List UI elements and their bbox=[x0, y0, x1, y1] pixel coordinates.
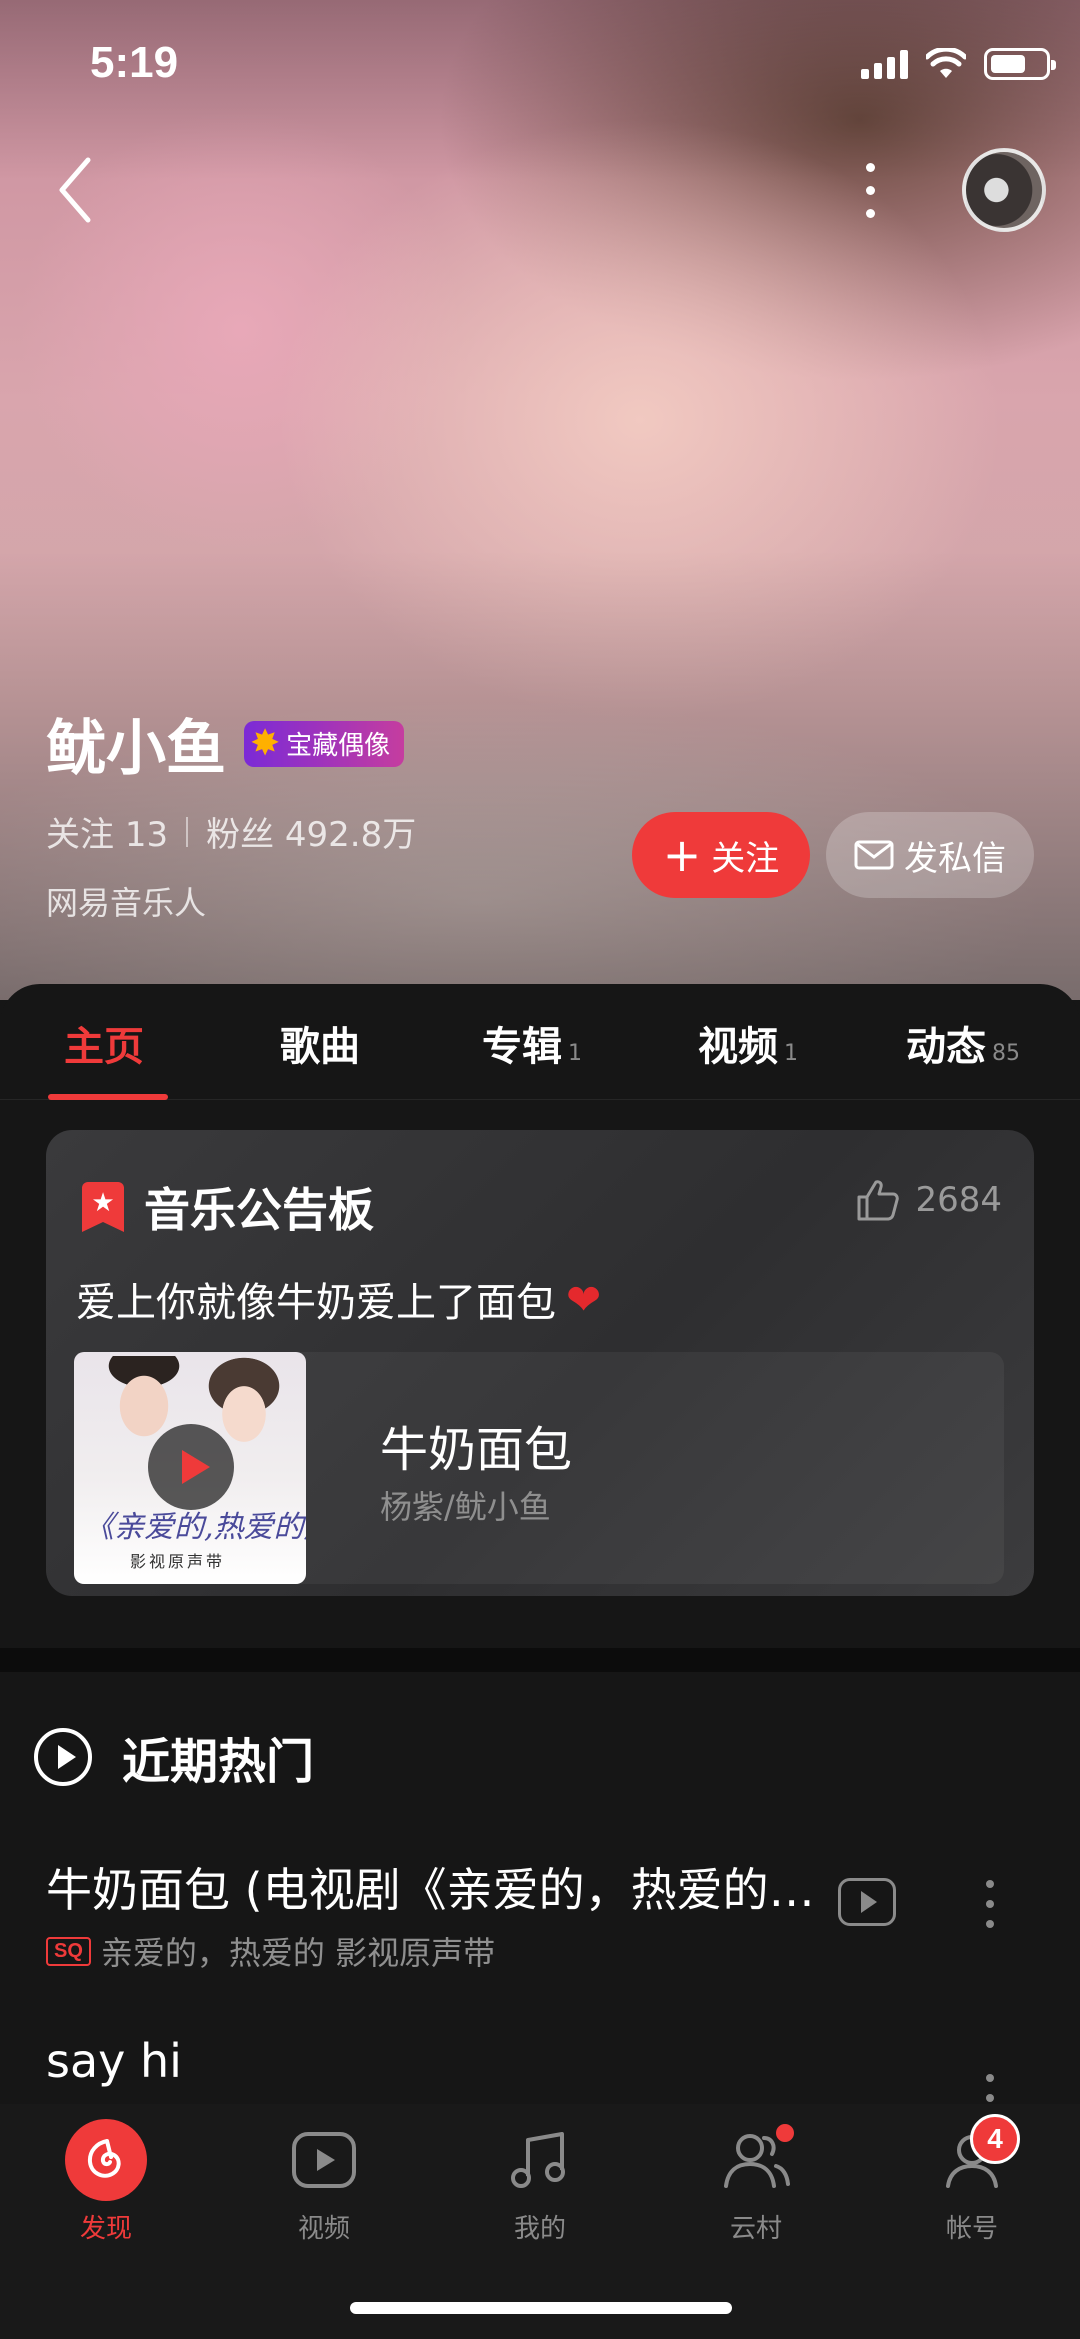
song-title: 牛奶面包 bbox=[380, 1422, 573, 1478]
status-icons bbox=[861, 48, 1056, 80]
stat-divider bbox=[186, 816, 189, 847]
bookmark-star-icon: ★ bbox=[82, 1182, 124, 1232]
tab-songs[interactable]: 歌曲 bbox=[280, 1014, 360, 1072]
badge-label: 宝藏偶像 bbox=[286, 731, 391, 761]
nav-video[interactable]: 视频 bbox=[254, 2118, 394, 2245]
mail-icon bbox=[854, 840, 894, 870]
following-stat[interactable]: 关注 13 bbox=[46, 807, 168, 856]
follow-button[interactable]: + 关注 bbox=[632, 812, 810, 898]
wifi-icon bbox=[926, 48, 966, 78]
active-tab-indicator bbox=[48, 1094, 168, 1100]
status-time: 5:19 bbox=[90, 38, 179, 87]
album-cover: 《亲爱的,热爱的》 影视原声带 bbox=[74, 1352, 306, 1584]
battery-icon bbox=[984, 48, 1056, 80]
profile-info: 鱿小鱼 ✸ 宝藏偶像 关注 13 粉丝 492.8万 网易音乐人 bbox=[46, 700, 416, 924]
song-artist: 杨紫/鱿小鱼 bbox=[380, 1488, 551, 1526]
profile-tag: 网易音乐人 bbox=[46, 884, 207, 922]
hot-section-title: 近期热门 bbox=[122, 1734, 315, 1790]
content-sheet: 主页 歌曲 专辑 1 视频 1 动态 85 ★ 音乐公告板 2684 爱上你就像牛奶爱… bbox=[0, 984, 1080, 2122]
profile-stats: 关注 13 粉丝 492.8万 bbox=[46, 807, 416, 856]
tab-bar: 主页 歌曲 专辑 1 视频 1 动态 85 bbox=[0, 984, 1080, 1100]
video-play-icon bbox=[292, 2132, 356, 2188]
track-row[interactable]: 牛奶面包 (电视剧《亲爱的，热爱的》插曲) SQ 亲爱的，热爱的 影视原声带 bbox=[46, 1854, 1046, 1974]
fans-stat[interactable]: 粉丝 492.8万 bbox=[206, 807, 416, 856]
board-message: 爱上你就像牛奶爱上了面包 ❤ bbox=[76, 1274, 602, 1327]
back-icon[interactable] bbox=[48, 150, 108, 230]
star-icon: ✸ bbox=[250, 722, 281, 764]
featured-song-card[interactable]: 《亲爱的,热爱的》 影视原声带 牛奶面包 杨紫/鱿小鱼 bbox=[74, 1352, 1004, 1584]
status-bar: 5:19 bbox=[0, 0, 1080, 130]
plus-icon: + bbox=[662, 828, 702, 882]
tab-feed[interactable]: 动态 85 bbox=[906, 1014, 1020, 1072]
nav-community[interactable]: 云村 bbox=[686, 2118, 826, 2245]
music-note-icon bbox=[511, 2132, 565, 2188]
now-playing-avatar[interactable] bbox=[962, 148, 1046, 232]
tab-albums[interactable]: 专辑 1 bbox=[482, 1014, 582, 1072]
board-title: 音乐公告板 bbox=[144, 1183, 374, 1237]
section-divider bbox=[0, 1648, 1080, 1672]
profile-name: 鱿小鱼 bbox=[46, 714, 226, 784]
heart-icon: ❤ bbox=[566, 1274, 602, 1324]
cover-subtitle: 影视原声带 bbox=[130, 1552, 226, 1571]
nav-account[interactable]: 4 帐号 bbox=[902, 2114, 1042, 2245]
netease-music-icon bbox=[65, 2119, 147, 2201]
sq-quality-badge: SQ bbox=[46, 1936, 91, 1966]
message-button[interactable]: 发私信 bbox=[826, 812, 1034, 898]
like-button[interactable]: 2684 bbox=[855, 1178, 1002, 1222]
play-icon[interactable] bbox=[148, 1424, 234, 1510]
notification-dot bbox=[772, 2120, 798, 2146]
signal-icon bbox=[861, 49, 908, 79]
track-more-icon[interactable] bbox=[980, 1880, 1000, 1928]
more-options-icon[interactable] bbox=[850, 150, 890, 230]
track-title: 牛奶面包 (电视剧《亲爱的，热爱的》插曲) bbox=[46, 1863, 826, 1917]
track-row[interactable]: say hi bbox=[46, 2034, 1046, 2122]
track-album: 亲爱的，热爱的 影视原声带 bbox=[100, 1934, 496, 1972]
nav-discover[interactable]: 发现 bbox=[36, 2118, 176, 2245]
thumbs-up-icon bbox=[857, 1180, 900, 1221]
notification-count-badge: 4 bbox=[970, 2114, 1020, 2164]
idol-badge[interactable]: ✸ 宝藏偶像 bbox=[244, 720, 405, 767]
hot-section-header[interactable]: 近期热门 bbox=[34, 1722, 314, 1792]
home-indicator bbox=[350, 2302, 732, 2314]
tab-videos[interactable]: 视频 1 bbox=[698, 1014, 798, 1072]
track-title: say hi bbox=[46, 2034, 182, 2088]
video-icon[interactable] bbox=[838, 1878, 896, 1926]
play-circle-icon[interactable] bbox=[34, 1728, 92, 1786]
nav-my-music[interactable]: 我的 bbox=[470, 2118, 610, 2245]
music-board-card: ★ 音乐公告板 2684 爱上你就像牛奶爱上了面包 ❤ 《亲爱的,热爱的》 影视… bbox=[46, 1130, 1034, 1596]
tab-home[interactable]: 主页 bbox=[64, 1014, 144, 1072]
